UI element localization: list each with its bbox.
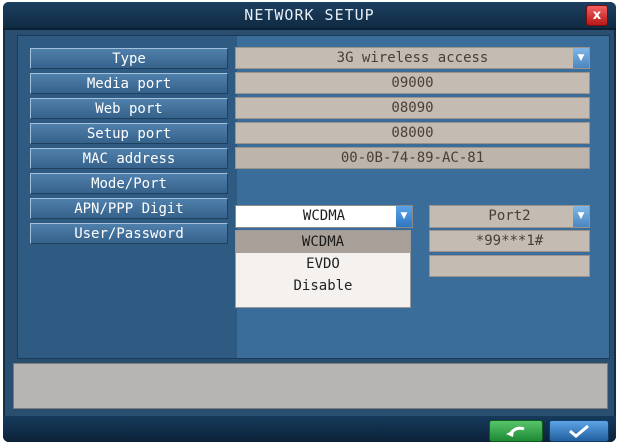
window-title: NETWORK SETUP bbox=[244, 6, 375, 24]
media-port-field[interactable]: 09000 bbox=[235, 72, 590, 94]
label-mode-port: Mode/Port bbox=[30, 173, 228, 194]
chevron-down-icon: ▼ bbox=[573, 206, 589, 227]
port-select-value: Port2 bbox=[488, 208, 531, 224]
web-port-field[interactable]: 08090 bbox=[235, 97, 590, 119]
back-button[interactable] bbox=[489, 420, 543, 442]
return-arrow-icon bbox=[506, 426, 525, 437]
password-field[interactable] bbox=[429, 255, 590, 277]
mode-select-value: WCDMA bbox=[302, 208, 346, 224]
checkmark-icon bbox=[569, 424, 589, 438]
network-setup-window: NETWORK SETUP x Type Media port Web port… bbox=[3, 2, 616, 442]
label-mac-address: MAC address bbox=[30, 148, 228, 169]
label-web-port: Web port bbox=[30, 98, 228, 119]
chevron-down-icon: ▼ bbox=[396, 206, 412, 227]
confirm-button[interactable] bbox=[549, 420, 609, 442]
mode-dropdown-list: WCDMA EVDO Disable bbox=[235, 230, 411, 308]
label-column: Type Media port Web port Setup port MAC … bbox=[18, 36, 236, 358]
type-select-value: 3G wireless access bbox=[336, 50, 489, 66]
ppp-digit-field[interactable]: *99***1# bbox=[429, 230, 590, 252]
dropdown-option-wcdma[interactable]: WCDMA bbox=[236, 231, 410, 253]
label-apn-ppp-digit: APN/PPP Digit bbox=[30, 198, 228, 219]
title-bar: NETWORK SETUP x bbox=[3, 2, 616, 30]
type-select[interactable]: 3G wireless access ▼ bbox=[235, 47, 590, 69]
label-user-password: User/Password bbox=[30, 223, 228, 244]
close-icon: x bbox=[592, 8, 602, 23]
dropdown-option-evdo[interactable]: EVDO bbox=[236, 253, 410, 275]
mac-address-field: 00-0B-74-89-AC-81 bbox=[235, 147, 590, 169]
label-setup-port: Setup port bbox=[30, 123, 228, 144]
chevron-down-icon: ▼ bbox=[573, 48, 589, 68]
setup-port-field[interactable]: 08000 bbox=[235, 122, 590, 144]
status-bar bbox=[13, 363, 608, 409]
close-button[interactable]: x bbox=[586, 5, 608, 26]
label-type: Type bbox=[30, 48, 228, 69]
mode-select[interactable]: WCDMA ▼ bbox=[235, 205, 413, 228]
label-media-port: Media port bbox=[30, 73, 228, 94]
dropdown-option-disable[interactable]: Disable bbox=[236, 275, 410, 297]
port-select[interactable]: Port2 ▼ bbox=[429, 205, 590, 228]
